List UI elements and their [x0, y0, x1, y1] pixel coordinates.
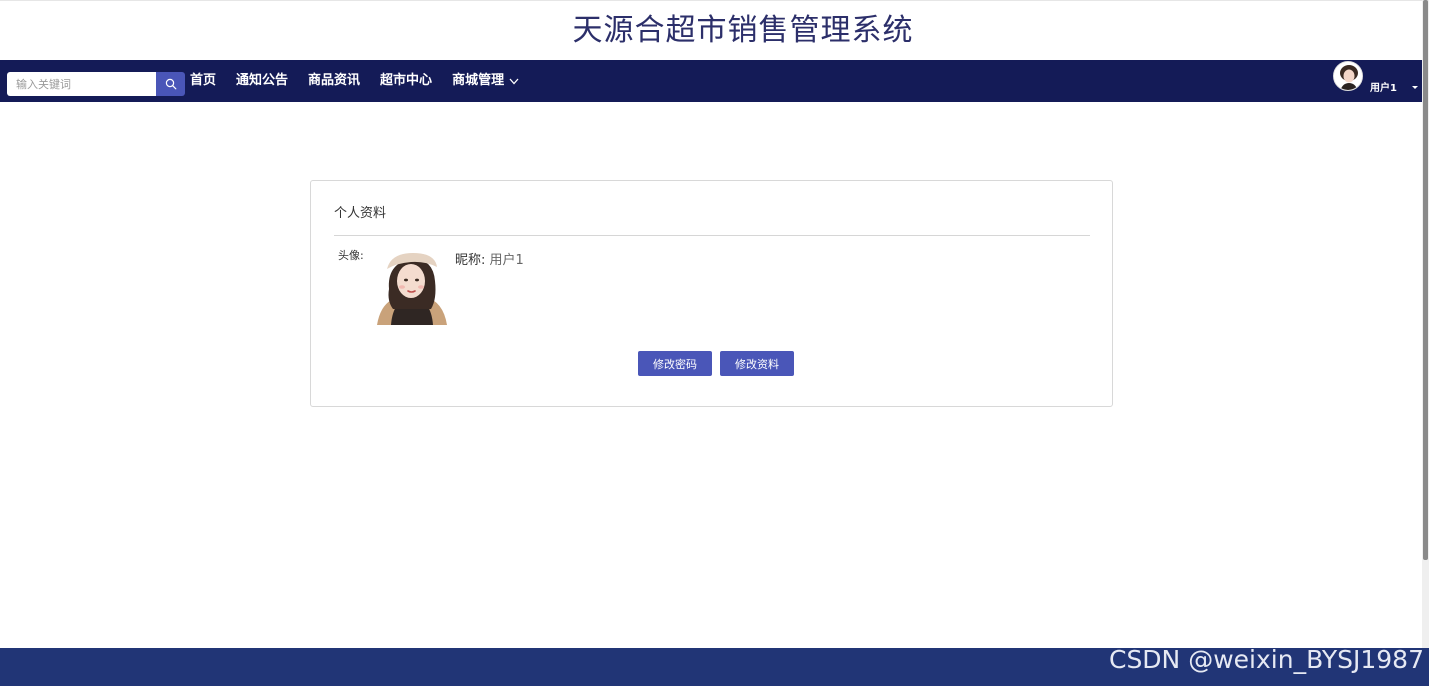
- nav-item-supermarket-center[interactable]: 超市中心: [380, 60, 432, 102]
- caret-down-icon[interactable]: [1412, 86, 1418, 89]
- chevron-down-icon: [509, 78, 519, 85]
- action-buttons: 修改密码 修改资料: [638, 351, 794, 376]
- nav-item-label: 商城管理: [452, 73, 505, 88]
- search-icon: [165, 78, 176, 90]
- profile-card: 个人资料 头像: 昵称: 用户1 修改密码 修改资料: [310, 180, 1113, 407]
- site-title: 天源合超市销售管理系统: [572, 13, 914, 48]
- nav-item-label: 首页: [190, 73, 217, 88]
- watermark-text: CSDN @weixin_BYSJ1987: [1108, 645, 1424, 674]
- nav-item-label: 超市中心: [380, 73, 433, 88]
- scrollbar-thumb[interactable]: [1423, 0, 1428, 560]
- user-avatar[interactable]: [1333, 61, 1363, 91]
- nickname-row: 昵称: 用户1: [455, 253, 524, 269]
- change-password-button[interactable]: 修改密码: [638, 351, 712, 376]
- user-name: 用户1: [1370, 83, 1397, 94]
- navbar: 首页 通知公告 商品资讯 超市中心 商城管理 用户1: [0, 60, 1422, 102]
- avatar-label: 头像:: [338, 249, 364, 262]
- search-input[interactable]: [7, 72, 156, 96]
- nickname-value: 用户1: [489, 253, 524, 268]
- top-border: [0, 0, 1422, 1]
- page: 天源合超市销售管理系统 首页 通知公告 商品资讯 超市中心 商城管理: [0, 0, 1422, 686]
- card-title: 个人资料: [334, 206, 387, 221]
- nav-item-label: 商品资讯: [308, 73, 361, 88]
- divider: [334, 235, 1090, 236]
- nav-item-product-news[interactable]: 商品资讯: [308, 60, 360, 102]
- nav-item-mall-management[interactable]: 商城管理: [452, 60, 519, 102]
- search-button[interactable]: [156, 72, 185, 96]
- nav-menu: 首页 通知公告 商品资讯 超市中心 商城管理: [190, 60, 539, 102]
- nav-item-home[interactable]: 首页: [190, 60, 216, 102]
- search-bar: [7, 72, 185, 96]
- nav-item-label: 通知公告: [236, 73, 289, 88]
- profile-avatar-image: [375, 249, 449, 325]
- edit-profile-button[interactable]: 修改资料: [720, 351, 794, 376]
- nav-item-notices[interactable]: 通知公告: [236, 60, 288, 102]
- user-menu[interactable]: 用户1: [1322, 60, 1422, 102]
- nickname-label: 昵称:: [455, 253, 486, 268]
